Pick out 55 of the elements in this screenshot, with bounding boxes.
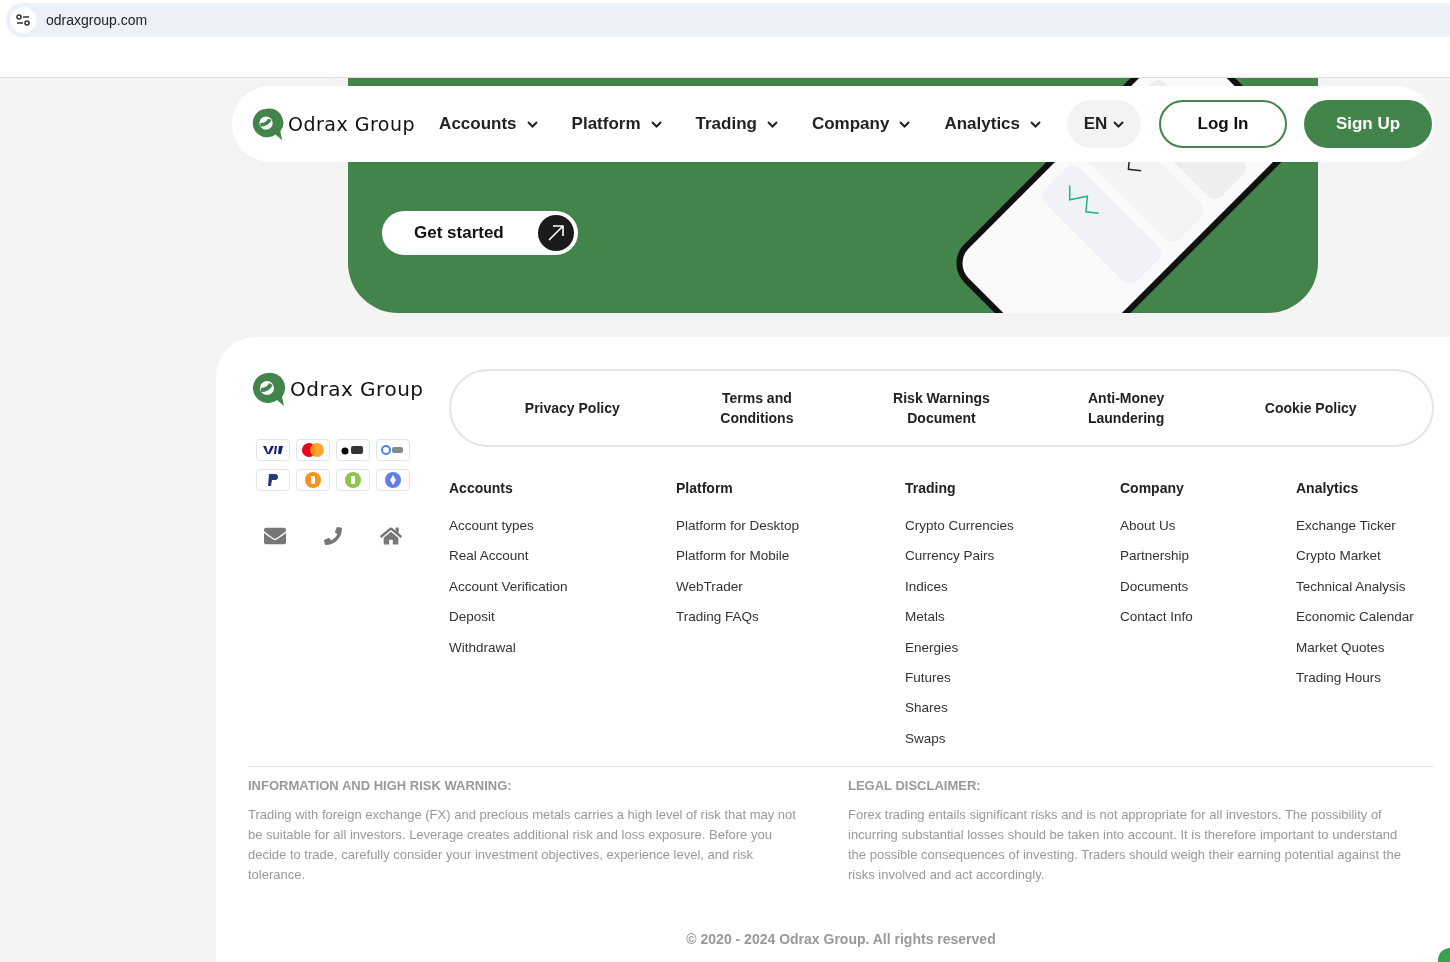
policy-link[interactable]: Anti-Money Laundering xyxy=(1066,388,1187,428)
footer-link[interactable]: Metals xyxy=(905,608,1120,627)
column-heading: Trading xyxy=(905,479,957,497)
footer-link[interactable]: Withdrawal xyxy=(449,638,676,657)
footer-link[interactable]: Trading Hours xyxy=(1296,668,1434,687)
policy-link[interactable]: Cookie Policy xyxy=(1264,398,1357,418)
footer-link[interactable]: Futures xyxy=(905,668,1120,687)
footer-link[interactable]: Economic Calendar xyxy=(1296,608,1434,627)
footer-link[interactable]: Energies xyxy=(905,638,1120,657)
warning-heading: INFORMATION AND HIGH RISK WARNING: xyxy=(248,777,513,796)
warning-heading: LEGAL DISCLAIMER: xyxy=(848,777,982,796)
footer-link[interactable]: Documents xyxy=(1120,577,1296,596)
warning-text: Forex trading entails significant risks and is not appropriate for all investors. The possibility of incurring substantial losses should be taken into account. It is therefore important to understand the possible consequences of investing. Traders should weigh their earning potential against the risks involved and act accordingly. xyxy=(848,806,1402,885)
nav-menu-item[interactable]: Accounts xyxy=(439,114,538,134)
address-bar[interactable]: odraxgroup.com xyxy=(6,3,1450,37)
column-heading: Accounts xyxy=(449,479,514,497)
nav-menu-item[interactable]: Analytics xyxy=(944,114,1041,134)
footer-link[interactable]: Swaps xyxy=(905,729,1120,748)
policy-link[interactable]: Terms and Conditions xyxy=(696,388,817,428)
url-text: odraxgroup.com xyxy=(46,12,148,28)
language-selector[interactable]: EN xyxy=(1067,100,1141,148)
nav-menu-item[interactable]: Platform xyxy=(571,114,662,134)
nav-menu-item[interactable]: Company xyxy=(811,114,911,134)
footer-link[interactable]: Trading FAQs xyxy=(676,608,905,627)
login-button[interactable]: Log In xyxy=(1159,100,1287,148)
column-heading: Analytics xyxy=(1296,479,1360,497)
footer-link[interactable]: Shares xyxy=(905,699,1120,718)
footer-link[interactable]: Account Verification xyxy=(449,577,676,596)
footer-link[interactable]: Partnership xyxy=(1120,547,1296,566)
footer-link[interactable]: Technical Analysis xyxy=(1296,577,1434,596)
copyright-text: © 2020 - 2024 Odrax Group. All rights reserved xyxy=(685,931,997,948)
column-heading: Company xyxy=(1120,479,1185,497)
nav-menu-item[interactable]: Trading xyxy=(695,114,778,134)
footer-link[interactable]: WebTrader xyxy=(676,577,905,596)
footer-link[interactable]: Real Account xyxy=(449,547,676,566)
footer-link[interactable]: Contact Info xyxy=(1120,608,1296,627)
policy-link[interactable]: Risk Warnings Document xyxy=(881,388,1002,428)
brand-name: Odrax Group xyxy=(288,113,416,135)
policy-link[interactable]: Privacy Policy xyxy=(524,398,620,418)
footer-link[interactable]: Indices xyxy=(905,577,1120,596)
footer-link[interactable]: Account types xyxy=(449,517,676,535)
column-heading: Platform xyxy=(676,479,734,497)
footer-link[interactable]: Crypto Currencies xyxy=(905,517,1120,535)
get-started-button[interactable]: Get started xyxy=(382,211,578,255)
signup-button[interactable]: Sign Up xyxy=(1304,100,1432,148)
footer-link[interactable]: Exchange Ticker xyxy=(1296,517,1434,535)
brand-name: Odrax Group xyxy=(290,377,424,401)
warning-text: Trading with foreign exchange (FX) and precious metals carries a high level of risk that may not be suitable for all investors. Leverage creates additional risk and loss exposure. Before you decide to trade, carefully consider your investment objectives, experience level, and risk tolerance. xyxy=(248,806,797,885)
footer-link[interactable]: Currency Pairs xyxy=(905,547,1120,566)
footer-link[interactable]: Crypto Market xyxy=(1296,547,1434,566)
footer-link[interactable]: Platform for Mobile xyxy=(676,547,905,566)
footer-link[interactable]: Platform for Desktop xyxy=(676,517,905,535)
footer-link[interactable]: Deposit xyxy=(449,608,676,627)
footer-link[interactable]: Market Quotes xyxy=(1296,638,1434,657)
footer-link[interactable]: About Us xyxy=(1120,517,1296,535)
